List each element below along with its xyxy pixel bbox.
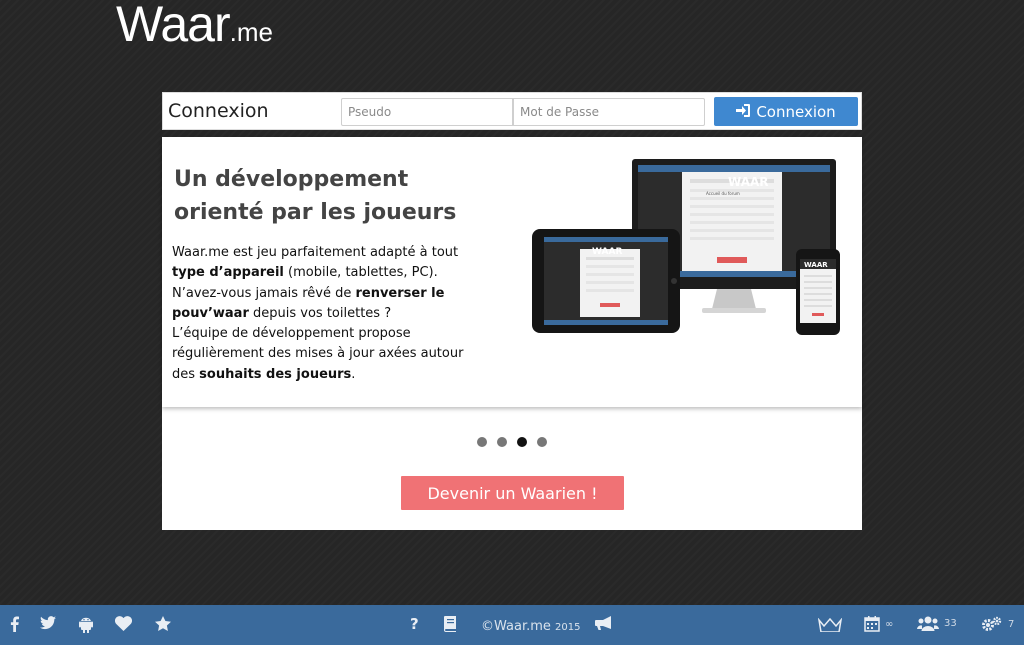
- twitter-icon[interactable]: [40, 616, 56, 630]
- carousel-slide: Un développement orienté par les joueurs…: [162, 137, 862, 407]
- slide-title: Un développement orienté par les joueurs: [174, 167, 457, 225]
- sign-in-icon: [736, 103, 751, 121]
- pseudo-input[interactable]: [341, 98, 513, 126]
- calendar-icon: [864, 616, 880, 632]
- logo-main: Waar: [116, 0, 231, 52]
- carousel-dot[interactable]: [537, 437, 547, 447]
- text-bold: souhaits des joueurs: [199, 366, 352, 382]
- facebook-icon[interactable]: [10, 616, 19, 632]
- login-title: Connexion: [168, 100, 269, 122]
- devices-illustration: WAAR Accueil du forum WAAR WAAR: [532, 159, 840, 335]
- site-logo[interactable]: Waar.me: [116, 0, 273, 62]
- players-stat[interactable]: 33: [917, 616, 957, 631]
- carousel-dots: [162, 437, 862, 447]
- text-seg: depuis vos toilettes ?: [248, 305, 392, 321]
- users-icon: [917, 616, 939, 631]
- slide-paragraph: Waar.me est jeu parfaitement adapté à to…: [172, 243, 472, 385]
- text-bold: type d’appareil: [172, 265, 284, 281]
- settings-count: 7: [1008, 619, 1015, 630]
- login-button-label: Connexion: [756, 102, 836, 121]
- register-button[interactable]: Devenir un Waarien !: [401, 476, 624, 510]
- text-seg: .: [351, 366, 356, 382]
- text-seg: N’avez-vous jamais rêvé de: [172, 285, 356, 301]
- carousel-dot[interactable]: [477, 437, 487, 447]
- star-icon[interactable]: [155, 616, 171, 631]
- copyright: ©Waar.me 2015: [481, 619, 581, 634]
- book-icon[interactable]: [442, 616, 458, 632]
- copyright-text: ©Waar.me: [481, 619, 551, 634]
- tablet-logo: WAAR: [592, 247, 622, 257]
- login-bar: Connexion Connexion: [162, 92, 862, 130]
- monitor-logo: WAAR: [728, 175, 769, 189]
- carousel-dot[interactable]: [497, 437, 507, 447]
- phone-logo: WAAR: [804, 261, 828, 269]
- logo-suffix: .me: [229, 17, 273, 47]
- carousel-dot[interactable]: [517, 437, 527, 447]
- players-count: 33: [944, 618, 957, 629]
- heart-icon[interactable]: [115, 616, 132, 631]
- megaphone-icon[interactable]: [595, 616, 613, 631]
- gears-icon: [981, 616, 1003, 633]
- settings-stat[interactable]: 7: [981, 616, 1014, 633]
- main-panel: Un développement orienté par les joueurs…: [162, 137, 862, 530]
- text-seg: Waar.me est jeu parfaitement adapté à to…: [172, 245, 459, 260]
- copyright-year: 2015: [555, 622, 581, 633]
- monitor-screen-title: Accueil du forum: [706, 191, 740, 196]
- calendar-count: ∞: [885, 618, 894, 630]
- calendar-stat[interactable]: ∞: [864, 616, 893, 632]
- android-icon[interactable]: [78, 616, 94, 633]
- text-seg: (mobile, tablettes, PC).: [283, 265, 438, 281]
- crown-icon[interactable]: [818, 618, 842, 632]
- login-button[interactable]: Connexion: [714, 97, 858, 126]
- password-input[interactable]: [513, 98, 705, 126]
- help-icon[interactable]: ?: [410, 615, 419, 633]
- footer-bar: ? ©Waar.me 2015 ∞ 33 7: [0, 605, 1024, 645]
